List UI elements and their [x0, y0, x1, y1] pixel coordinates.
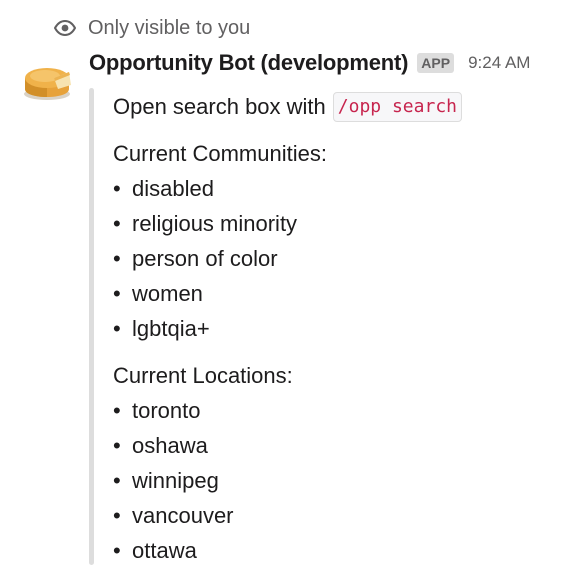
eye-icon	[54, 20, 76, 36]
community-name: disabled	[132, 176, 214, 201]
bullet: •	[113, 281, 121, 306]
location-name: vancouver	[132, 503, 234, 528]
list-item: • toronto	[113, 393, 559, 428]
bullet: •	[113, 398, 121, 423]
visibility-notice: Only visible to you	[54, 14, 250, 42]
list-item: • person of color	[113, 241, 559, 276]
message-timestamp[interactable]: 9:24 AM	[468, 53, 530, 73]
sender-name[interactable]: Opportunity Bot (development)	[89, 50, 408, 76]
list-item: • religious minority	[113, 206, 559, 241]
visibility-text: Only visible to you	[88, 16, 251, 39]
location-name: oshawa	[132, 433, 208, 458]
community-name: person of color	[132, 246, 278, 271]
bullet: •	[113, 176, 121, 201]
locations-title: Current Locations:	[113, 363, 293, 388]
locations-section: Current Locations: • toronto • oshawa • win…	[113, 358, 559, 568]
app-badge: APP	[417, 53, 455, 73]
instructions-text: Open search box with	[113, 94, 326, 119]
community-name: religious minority	[132, 211, 298, 236]
bullet: •	[113, 538, 121, 563]
bullet: •	[113, 468, 121, 493]
list-item: • disabled	[113, 171, 559, 206]
bot-avatar[interactable]	[18, 51, 76, 109]
bullet: •	[113, 316, 121, 341]
list-item: • oshawa	[113, 428, 559, 463]
location-name: winnipeg	[132, 468, 219, 493]
list-item: • winnipeg	[113, 463, 559, 498]
community-name: women	[132, 281, 203, 306]
communities-section: Current Communities: • disabled • religiou…	[113, 136, 559, 346]
bullet: •	[113, 246, 121, 271]
location-name: ottawa	[132, 538, 197, 563]
bullet: •	[113, 503, 121, 528]
communities-list: • disabled • religious minority • person of…	[113, 171, 559, 346]
message-attachment: Open search box with /opp search Current…	[89, 88, 559, 565]
search-instructions: Open search box with /opp search	[113, 89, 559, 124]
list-item: • ottawa	[113, 533, 559, 568]
community-name: lgbtqia+	[132, 316, 210, 341]
list-item: • lgbtqia+	[113, 311, 559, 346]
communities-title: Current Communities:	[113, 141, 327, 166]
bullet: •	[113, 433, 121, 458]
locations-list: • toronto • oshawa • winnipeg • vancouver • o…	[113, 393, 559, 568]
location-name: toronto	[132, 398, 201, 423]
message-header: Opportunity Bot (development) APP 9:24 A…	[89, 46, 530, 80]
attachment-body: Open search box with /opp search Current…	[113, 88, 559, 568]
list-item: • vancouver	[113, 498, 559, 533]
cheesecake-avatar	[18, 51, 76, 109]
list-item: • women	[113, 276, 559, 311]
attachment-color-bar	[89, 88, 94, 565]
slash-command-code: /opp search	[332, 91, 462, 122]
bullet: •	[113, 211, 121, 236]
